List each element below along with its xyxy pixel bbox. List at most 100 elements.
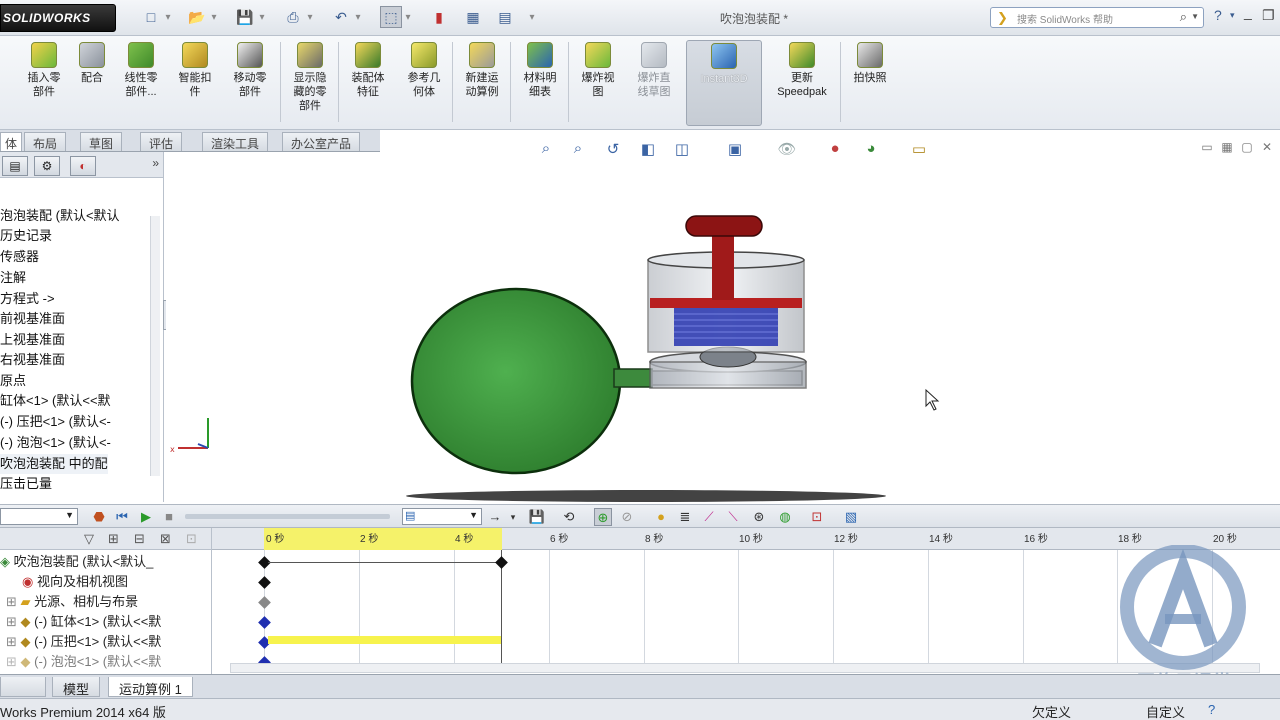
tile-viewport-icon[interactable]: ▦	[1216, 140, 1238, 162]
section-view-icon[interactable]: ◧	[637, 140, 659, 162]
dropdown-arrow-icon[interactable]: ▾	[210, 6, 218, 28]
collapse-tree-icon[interactable]: ⊡	[186, 531, 197, 547]
dropdown-arrow-icon[interactable]: ▾	[354, 6, 362, 28]
rebuild-icon[interactable]: ▮	[428, 6, 450, 28]
mate-button[interactable]: 配合	[72, 40, 112, 126]
new-file-icon[interactable]: □	[140, 6, 162, 28]
tree-root-assembly[interactable]: 泡泡装配 (默认<默认	[0, 206, 120, 226]
view-orientation-icon[interactable]: ◫	[671, 140, 693, 162]
tree-item-annotations[interactable]: 注解	[0, 268, 26, 288]
open-folder-icon[interactable]: 📂	[186, 6, 208, 28]
search-icon[interactable]: ⌕	[1180, 9, 1187, 25]
status-units[interactable]: 自定义	[1146, 702, 1185, 720]
expand-more-icon[interactable]: »	[152, 156, 159, 170]
bill-of-materials-button[interactable]: 材料明 细表	[514, 40, 566, 126]
motion-tree-lights[interactable]: ⊞ ▰ 光源、相机与布景	[6, 592, 138, 612]
update-speedpak-button[interactable]: 更新 Speedpak	[766, 40, 838, 126]
damper-icon[interactable]: ⟋	[700, 508, 718, 526]
dropdown-arrow-icon[interactable]: ▾	[258, 6, 266, 28]
scene-icon[interactable]: ◕	[860, 140, 882, 162]
motion-tree-root[interactable]: ◈ 吹泡泡装配 (默认<默认_	[0, 552, 153, 572]
help-icon[interactable]: ?	[1214, 7, 1222, 23]
dropdown-arrow-icon[interactable]: ▾	[504, 508, 522, 526]
app-logo[interactable]: SOLIDWORKS	[0, 4, 116, 32]
dropdown-arrow-icon[interactable]: ▾	[306, 6, 314, 28]
help-icon[interactable]: ?	[1208, 702, 1215, 717]
filter-selected-icon[interactable]: ⊟	[134, 531, 145, 547]
stop-icon[interactable]: ■	[160, 508, 178, 526]
undo-icon[interactable]: ↶	[330, 6, 352, 28]
previous-view-icon[interactable]: ↺	[602, 140, 624, 162]
play-icon[interactable]: ▶	[137, 508, 155, 526]
options-icon[interactable]: ▤	[494, 6, 516, 28]
tree-item-bubble[interactable]: (-) 泡泡<1> (默认<-	[0, 433, 111, 453]
chevron-down-icon[interactable]: ▼	[1191, 12, 1199, 21]
tab-motion-study-1[interactable]: 运动算例 1	[108, 677, 193, 697]
tab-assembly[interactable]: 体	[0, 132, 23, 151]
graphics-area[interactable]: x	[166, 152, 1280, 504]
display-style-icon[interactable]: ▣	[724, 140, 746, 162]
autokey-icon[interactable]: ⊕	[594, 508, 612, 526]
playback-direction-icon[interactable]: →	[486, 508, 504, 526]
display-manager-tab-icon[interactable]: ◐	[70, 156, 96, 176]
help-search-box[interactable]: ❯ 搜索 SolidWorks 帮助 ⌕ ▼	[990, 7, 1204, 28]
keyframe-marker[interactable]	[258, 616, 271, 629]
force-icon[interactable]: ⟍	[724, 508, 742, 526]
reference-geometry-button[interactable]: 参考几 何体	[398, 40, 450, 126]
contact-icon[interactable]: ⊛	[750, 508, 768, 526]
feature-tree-tab-icon[interactable]: ▤	[2, 156, 28, 176]
dropdown-arrow-icon[interactable]: ▾	[404, 6, 412, 28]
instant3d-button[interactable]: Instant3D	[686, 40, 762, 126]
restore-viewport-icon[interactable]: ▭	[1196, 140, 1218, 162]
tab-office-products[interactable]: 办公室产品	[282, 132, 361, 151]
dropdown-arrow-icon[interactable]: ▾	[1230, 10, 1235, 21]
linear-pattern-button[interactable]: 线性零 部件...	[116, 40, 166, 126]
tree-item-history[interactable]: 历史记录	[0, 226, 52, 246]
zoom-to-area-icon[interactable]: ⌕	[567, 140, 589, 162]
tree-item-right-plane[interactable]: 右视基准面	[0, 350, 65, 370]
playback-speed-slider[interactable]	[185, 514, 390, 519]
tree-item-origin[interactable]: 原点	[0, 371, 26, 391]
tree-item-front-plane[interactable]: 前视基准面	[0, 309, 65, 329]
tab-layout[interactable]: 布局	[24, 132, 67, 151]
motion-tree-orientation[interactable]: ◉ 视向及相机视图	[22, 572, 128, 592]
tree-item-cylinder[interactable]: 缸体<1> (默认<<默	[0, 391, 111, 411]
filter-animated-icon[interactable]: ▽	[84, 531, 94, 547]
tab-scroll-left[interactable]	[0, 677, 46, 697]
property-manager-tab-icon[interactable]: ⚙	[34, 156, 60, 176]
results-plots-icon[interactable]: ⊡	[808, 508, 826, 526]
save-animation-icon[interactable]: 💾	[528, 508, 546, 526]
play-from-start-icon[interactable]: ⏮	[113, 508, 131, 526]
print-icon[interactable]: ⎙	[282, 6, 304, 28]
hide-show-icon[interactable]: 👁	[776, 140, 798, 162]
view-settings-icon[interactable]: ▭	[908, 140, 930, 162]
tree-item-equations[interactable]: 方程式 ->	[0, 289, 55, 309]
new-motion-study-button[interactable]: 新建运 动算例	[456, 40, 508, 126]
tab-evaluate[interactable]: 评估	[140, 132, 183, 151]
handle-motion-bar[interactable]	[268, 636, 501, 644]
spring-icon[interactable]: ≣	[676, 508, 694, 526]
assembly-features-button[interactable]: 装配体 特征	[342, 40, 394, 126]
zoom-to-fit-icon[interactable]: ⌕	[535, 140, 557, 162]
add-update-key-icon[interactable]: ⊘	[618, 508, 636, 526]
filter-results-icon[interactable]: ⊠	[160, 531, 171, 547]
motion-study-properties-icon[interactable]: ▧	[842, 508, 860, 526]
tree-item-sensors[interactable]: 传感器	[0, 247, 39, 267]
keyframe-marker[interactable]	[258, 596, 271, 609]
study-type-select[interactable]: ▼	[0, 508, 78, 525]
motion-tree-cylinder[interactable]: ⊞ ◆ (-) 缸体<1> (默认<<默	[6, 612, 161, 632]
close-viewport-icon[interactable]: ✕	[1256, 140, 1278, 162]
move-component-button[interactable]: 移动零 部件	[224, 40, 276, 126]
keyframe-marker[interactable]	[495, 556, 508, 569]
dropdown-arrow-icon[interactable]: ▾	[528, 6, 536, 28]
dropdown-arrow-icon[interactable]: ▾	[164, 6, 172, 28]
maximize-viewport-icon[interactable]: ▢	[1236, 140, 1258, 162]
playback-mode-select[interactable]: ▤ ▼	[402, 508, 482, 525]
tree-item-partial[interactable]: 压击已量	[0, 474, 52, 492]
appearance-icon[interactable]: ●	[824, 140, 846, 162]
save-icon[interactable]: 💾	[234, 6, 256, 28]
tab-model[interactable]: 模型	[52, 677, 101, 697]
filter-driving-icon[interactable]: ⊞	[108, 531, 119, 547]
insert-components-button[interactable]: 插入零 部件	[18, 40, 70, 126]
keyframe-marker[interactable]	[258, 576, 271, 589]
